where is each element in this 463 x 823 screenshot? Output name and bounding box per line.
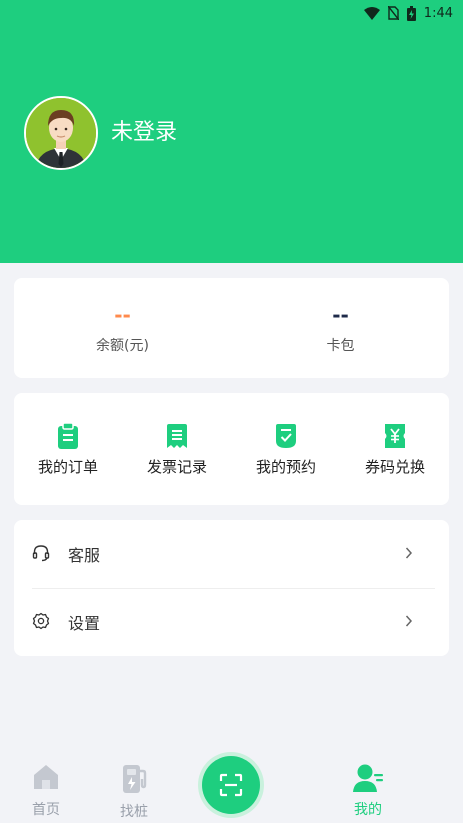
wifi-icon (363, 6, 380, 20)
shortcut-label: 发票记录 (146, 458, 207, 476)
user-profile-icon (353, 764, 383, 792)
headset-icon (32, 545, 50, 562)
shortcut-invoice-records[interactable]: 发票记录 (123, 393, 231, 505)
tab-home[interactable]: 首页 (24, 763, 68, 819)
shortcut-label: 我的订单 (37, 458, 98, 476)
shortcuts-card: 我的订单 发票记录 我的预约 券码兑换 (14, 393, 449, 505)
card-wallet-stat[interactable]: -- 卡包 (232, 278, 449, 378)
shortcut-label: 券码兑换 (364, 458, 425, 476)
check-shield-icon (276, 424, 296, 448)
menu-item-customer-service[interactable]: 客服 (14, 520, 449, 589)
card-wallet-label: 卡包 (326, 338, 355, 354)
scan-button[interactable] (198, 752, 264, 818)
scan-icon (219, 773, 243, 797)
home-icon (34, 765, 58, 789)
battery-icon (406, 5, 416, 21)
user-avatar-icon (26, 98, 96, 168)
tab-find-pile[interactable]: 找桩 (112, 763, 156, 821)
gear-icon (32, 612, 50, 630)
coupon-icon (385, 424, 405, 448)
balance-stat[interactable]: -- 余额(元) (14, 278, 231, 378)
chevron-right-icon (405, 547, 413, 559)
login-status-text[interactable]: 未登录 (111, 118, 177, 148)
receipt-icon (167, 424, 187, 448)
status-bar: 1:44 (363, 4, 453, 22)
tab-label: 找桩 (120, 804, 148, 820)
balance-label: 余额(元) (96, 338, 149, 354)
menu-item-settings[interactable]: 设置 (14, 588, 449, 656)
status-time: 1:44 (423, 5, 453, 21)
chevron-right-icon (405, 615, 413, 627)
scan-button-inner (202, 756, 260, 814)
shortcut-coupon-redeem[interactable]: 券码兑换 (341, 393, 449, 505)
clipboard-icon (58, 423, 78, 449)
menu-label: 客服 (68, 546, 101, 565)
balance-value: -- (114, 303, 131, 327)
shortcut-label: 我的预约 (255, 458, 316, 476)
menu-card: 客服 设置 (14, 520, 449, 656)
tab-mine[interactable]: 我的 (340, 763, 396, 819)
card-wallet-value: -- (332, 303, 349, 327)
no-sim-icon (387, 6, 399, 20)
shortcut-my-reservations[interactable]: 我的预约 (232, 393, 340, 505)
avatar[interactable] (24, 96, 98, 170)
tab-label: 首页 (32, 802, 60, 818)
profile-header: 1:44 未登录 (0, 0, 463, 263)
charging-pile-icon (123, 765, 147, 793)
shortcut-my-orders[interactable]: 我的订单 (14, 393, 122, 505)
balance-card: -- 余额(元) -- 卡包 (14, 278, 449, 378)
menu-label: 设置 (68, 614, 101, 633)
tab-label: 我的 (354, 802, 382, 818)
